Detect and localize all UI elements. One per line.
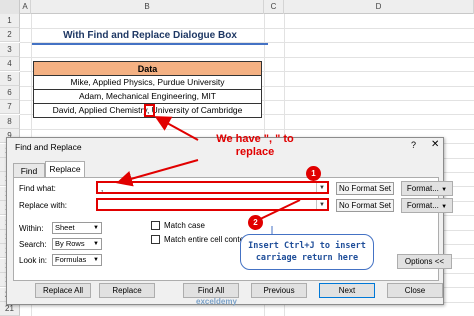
note-line-2: carriage return here: [255, 253, 359, 263]
callout-line-2: replace: [235, 146, 275, 158]
callout-line-1: We have ", " to: [216, 133, 294, 145]
arrow-to-find-field: [116, 159, 199, 187]
arrow-to-comma: [154, 116, 199, 141]
callout-main: We have ", " to replace: [200, 133, 310, 159]
instruction-note: Insert Ctrl+J to insert carriage return …: [240, 234, 374, 270]
note-line-1: Insert Ctrl+J to insert: [248, 241, 366, 251]
watermark-logo: exceldemy: [196, 297, 237, 306]
step-badge-1: 1: [306, 166, 321, 181]
step-badge-2: 2: [248, 215, 263, 230]
